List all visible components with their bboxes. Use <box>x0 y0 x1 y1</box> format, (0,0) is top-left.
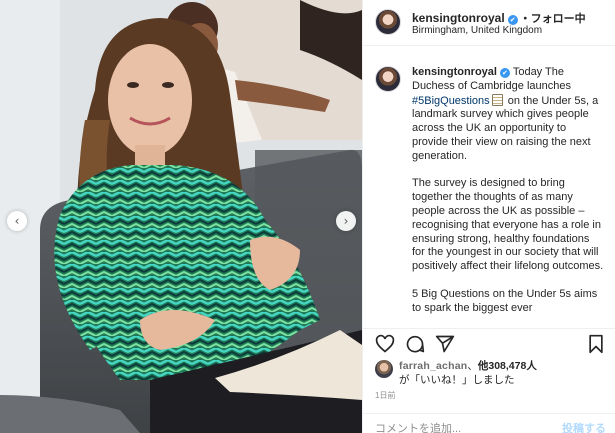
comment-input[interactable]: コメントを追加... <box>375 420 461 433</box>
verified-badge-icon: ✔ <box>507 15 518 25</box>
post-header-user: kensingtonroyal ✔ ・フォロー中 <box>412 10 586 26</box>
post-timestamp[interactable]: 1日前 <box>375 390 395 401</box>
caption-text: kensingtonroyal ✔ Today The Duchess of Ca… <box>412 66 605 328</box>
likes-suffix: が「いいね！」しました <box>399 374 515 386</box>
post-side-panel: kensingtonroyal ✔ ・フォロー中 Birmingham, Unite… <box>362 0 615 433</box>
liker-username[interactable]: farrah_achan <box>399 360 467 372</box>
caption-area: kensingtonroyal ✔ Today The Duchess of Ca… <box>363 46 615 328</box>
likes-line: farrah_achan、他308,478人 <box>399 358 537 373</box>
caption-paragraph-2: The survey is designed to bring together… <box>412 177 604 273</box>
bookmark-icon[interactable] <box>586 334 606 354</box>
post-header: kensingtonroyal ✔ ・フォロー中 Birmingham, Unite… <box>363 0 615 46</box>
hashtag-link[interactable]: #5BigQuestions <box>412 95 490 107</box>
post-photo[interactable]: ‹ › <box>0 0 362 433</box>
photo-illustration <box>0 0 362 433</box>
carousel-next-button[interactable]: › <box>336 211 356 231</box>
liker-avatar[interactable] <box>375 360 393 378</box>
caption-paragraph-1: kensingtonroyal ✔ Today The Duchess of Ca… <box>412 66 605 164</box>
paper-plane-icon[interactable] <box>435 334 455 354</box>
heart-icon[interactable] <box>375 334 395 354</box>
following-status[interactable]: ・フォロー中 <box>520 13 586 25</box>
chevron-left-icon: ‹ <box>14 214 20 228</box>
avatar[interactable] <box>375 9 401 35</box>
likes-separator: 、 <box>467 360 478 372</box>
caption-username[interactable]: kensingtonroyal <box>412 66 497 78</box>
caption-avatar[interactable] <box>375 66 401 92</box>
likes-count[interactable]: 他308,478人 <box>478 360 537 372</box>
chevron-right-icon: › <box>343 214 349 228</box>
verified-badge-icon: ✔ <box>499 68 510 78</box>
caption-paragraph-3: 5 Big Questions on the Under 5s aims to … <box>412 287 598 314</box>
carousel-prev-button[interactable]: ‹ <box>7 211 27 231</box>
location-link[interactable]: Birmingham, United Kingdom <box>412 25 542 36</box>
clipboard-emoji-icon <box>491 93 503 106</box>
comment-icon[interactable] <box>405 334 425 354</box>
likes-summary: farrah_achan、他308,478人 が「いいね！」しました <box>375 358 610 392</box>
comment-bar: コメントを追加... 投稿する <box>363 413 615 433</box>
action-bar <box>363 328 615 358</box>
post-comment-button[interactable]: 投稿する <box>562 420 606 433</box>
username-link[interactable]: kensingtonroyal <box>412 11 505 25</box>
